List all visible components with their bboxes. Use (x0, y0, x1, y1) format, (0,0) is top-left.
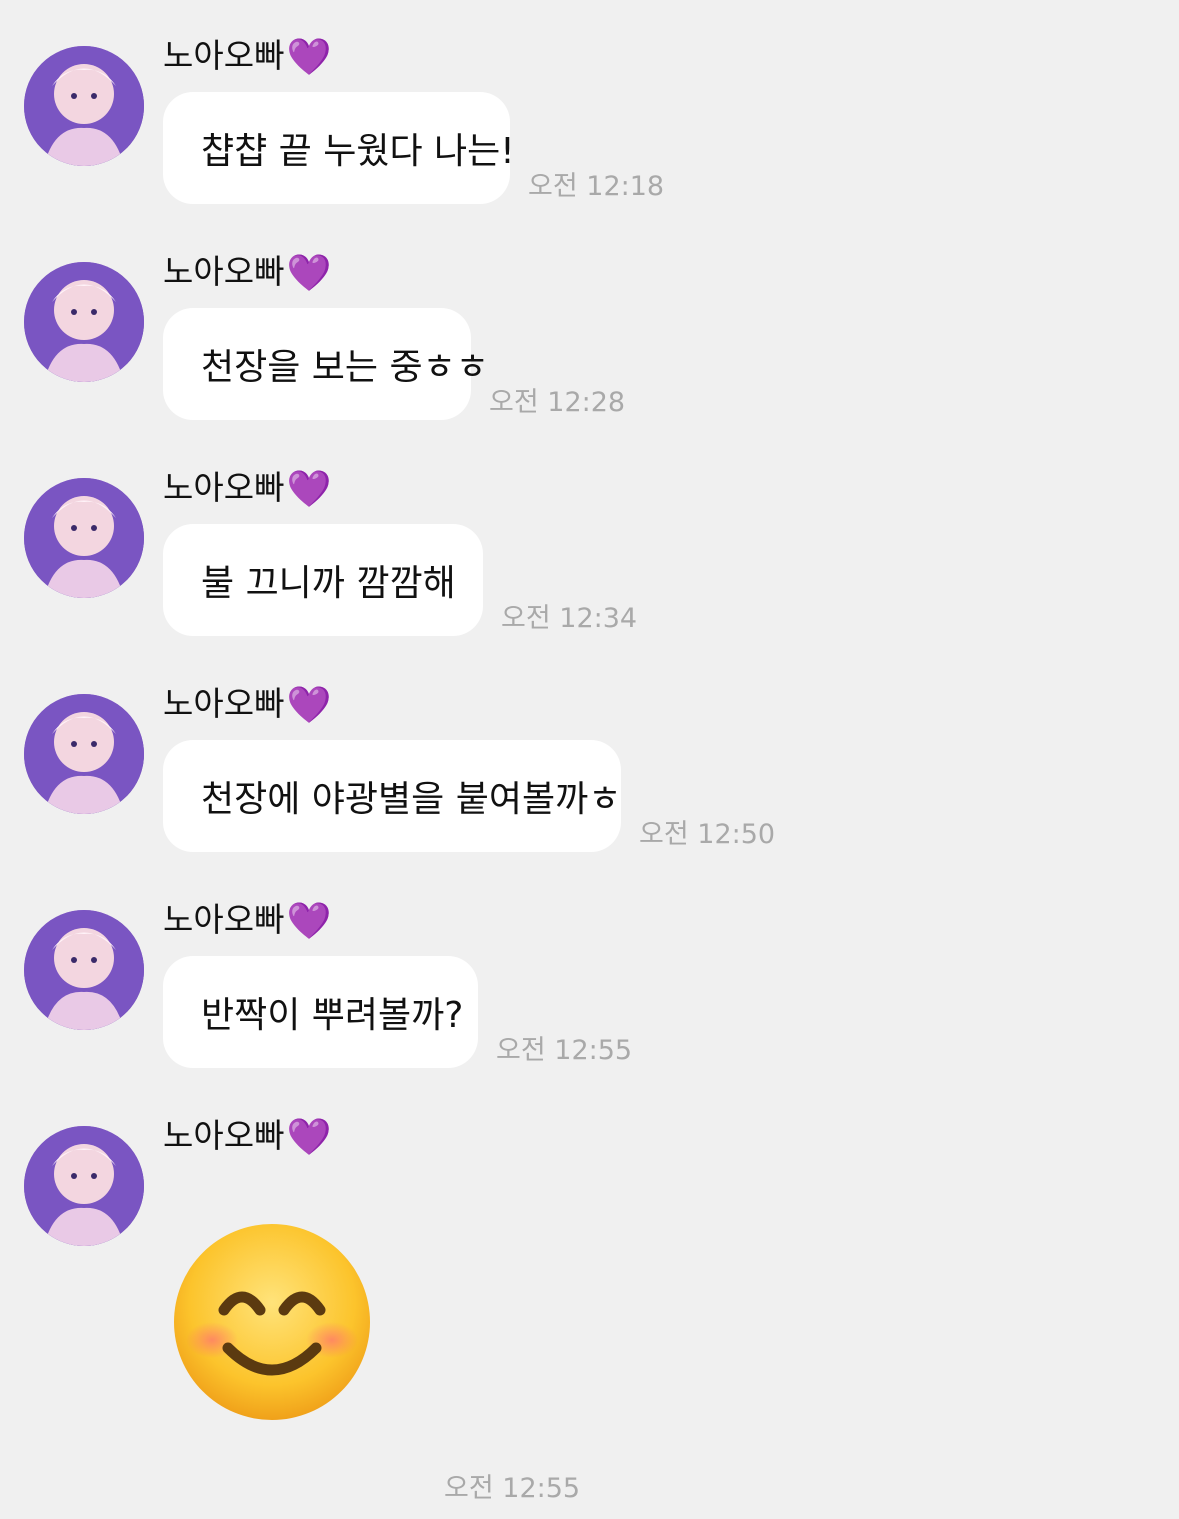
message-bubble[interactable]: 불 끄니까 깜깜해 (163, 524, 483, 636)
avatar[interactable] (24, 46, 144, 166)
sender-name: 노아오빠💜 (163, 36, 331, 78)
sender-name: 노아오빠💜 (163, 1116, 331, 1158)
avatar-image (24, 694, 144, 814)
sender-name-text: 노아오빠 (163, 900, 285, 939)
message-timestamp: 오전 12:18 (528, 171, 665, 202)
avatar[interactable] (24, 478, 144, 598)
sender-name-text: 노아오빠 (163, 468, 285, 507)
message-timestamp: 오전 12:55 (444, 1473, 581, 1504)
avatar-image (24, 910, 144, 1030)
purple-heart-icon: 💜 (286, 685, 332, 726)
message-timestamp: 오전 12:55 (496, 1035, 633, 1066)
message-bubble[interactable]: 반짝이 뿌려볼까? (163, 956, 478, 1068)
sender-name-text: 노아오빠 (163, 1116, 285, 1155)
purple-heart-icon: 💜 (286, 901, 332, 942)
purple-heart-icon: 💜 (286, 469, 332, 510)
sender-name: 노아오빠💜 (163, 468, 331, 510)
avatar[interactable] (24, 1126, 144, 1246)
message-timestamp: 오전 12:34 (501, 603, 638, 634)
avatar[interactable] (24, 694, 144, 814)
purple-heart-icon: 💜 (286, 37, 332, 78)
smiling-face-with-smiling-eyes-icon[interactable] (172, 1222, 372, 1422)
purple-heart-icon: 💜 (286, 1117, 332, 1158)
sender-name-text: 노아오빠 (163, 684, 285, 723)
sender-name-text: 노아오빠 (163, 36, 285, 75)
sender-name: 노아오빠💜 (163, 252, 331, 294)
message-bubble[interactable]: 천장에 야광별을 붙여볼까ㅎ (163, 740, 621, 852)
sender-name: 노아오빠💜 (163, 900, 331, 942)
avatar-image (24, 1126, 144, 1246)
avatar[interactable] (24, 910, 144, 1030)
message-bubble[interactable]: 천장을 보는 중ㅎㅎ (163, 308, 489, 420)
sender-name-text: 노아오빠 (163, 252, 285, 291)
avatar-image (24, 478, 144, 598)
sender-name: 노아오빠💜 (163, 684, 331, 726)
avatar-image (24, 46, 144, 166)
message-timestamp: 오전 12:28 (489, 387, 626, 418)
avatar-image (24, 262, 144, 382)
message-bubble[interactable]: 챱챱 끝 누웠다 나는! (163, 92, 515, 204)
avatar[interactable] (24, 262, 144, 382)
message-timestamp: 오전 12:50 (639, 819, 776, 850)
purple-heart-icon: 💜 (286, 253, 332, 294)
